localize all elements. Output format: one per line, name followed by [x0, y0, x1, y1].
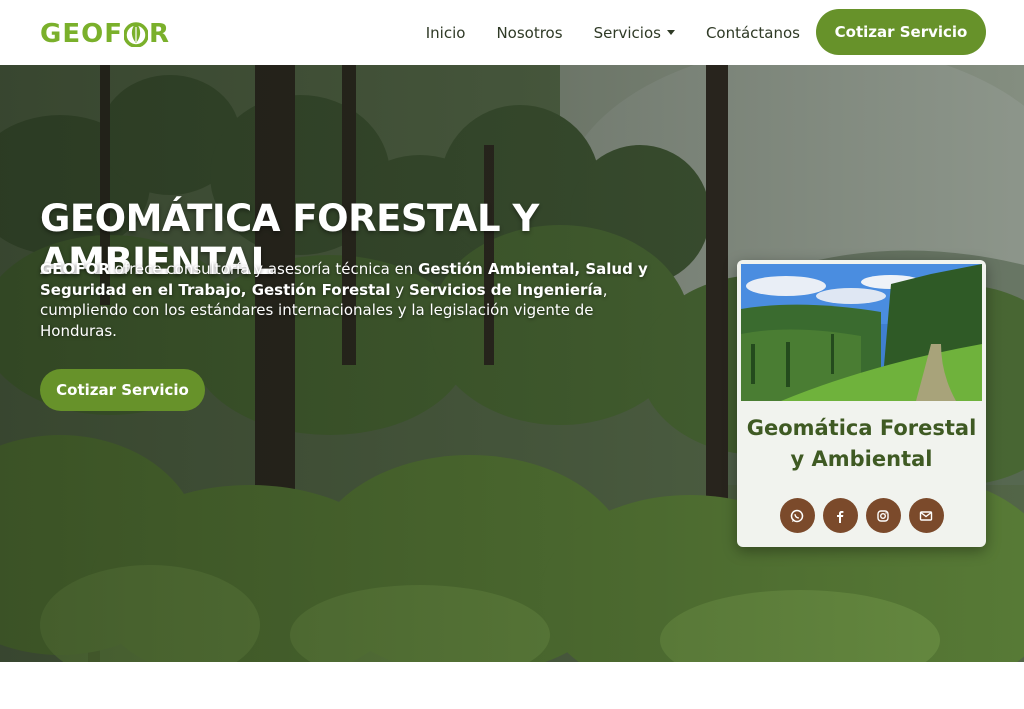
- hero-description: GEOFOR ofrece consultoría y asesoría téc…: [40, 259, 660, 341]
- nav-item-nosotros[interactable]: Nosotros: [496, 24, 562, 42]
- nav-item-contactanos[interactable]: Contáctanos: [706, 24, 800, 42]
- nav-item-label: Servicios: [593, 23, 661, 42]
- hero-quote-button[interactable]: Cotizar Servicio: [40, 369, 205, 411]
- card-title-line: Geomática Forestal: [746, 416, 977, 440]
- hero-section: GEOMÁTICA FORESTAL Y AMBIENTAL GEOFOR of…: [0, 65, 1024, 662]
- leaf-logo-icon: [123, 21, 149, 48]
- card-title-line: y Ambiental: [790, 447, 933, 471]
- navbar: GEOF R Inicio Nosotros Servicios Contáct…: [0, 0, 1024, 65]
- nav-item-label: Contáctanos: [705, 23, 800, 42]
- facebook-button[interactable]: [822, 498, 858, 533]
- nav-item-inicio[interactable]: Inicio: [426, 24, 466, 42]
- email-button[interactable]: [908, 498, 944, 533]
- logo-text-left: GEOF: [40, 19, 123, 49]
- instagram-icon: [877, 509, 889, 522]
- email-icon: [919, 510, 933, 521]
- card-title: Geomática Forestal y Ambiental: [737, 413, 986, 475]
- desc-text: y: [390, 280, 409, 299]
- profile-card: Geomática Forestal y Ambiental: [737, 260, 986, 547]
- logo-text-right: R: [148, 19, 170, 49]
- caret-down-icon: [666, 30, 675, 35]
- instagram-button[interactable]: [865, 498, 901, 533]
- nav-item-servicios[interactable]: Servicios: [594, 24, 675, 42]
- nav-quote-button[interactable]: Cotizar Servicio: [816, 9, 986, 55]
- geofor-logo[interactable]: GEOF R: [40, 19, 170, 49]
- landscape-photo: [741, 264, 982, 401]
- whatsapp-button[interactable]: [779, 498, 815, 533]
- main-nav: Inicio Nosotros Servicios Contáctanos: [426, 0, 800, 65]
- nav-item-label: Inicio: [425, 23, 466, 42]
- desc-brand: GEOFOR: [40, 260, 110, 278]
- desc-text: ofrece consultoría y asesoría técnica en: [109, 260, 419, 278]
- whatsapp-icon: [790, 509, 804, 522]
- social-links: [737, 498, 986, 533]
- facebook-icon: [837, 510, 844, 523]
- desc-engineering: Servicios de Ingeniería: [408, 280, 603, 299]
- nav-item-label: Nosotros: [496, 23, 563, 42]
